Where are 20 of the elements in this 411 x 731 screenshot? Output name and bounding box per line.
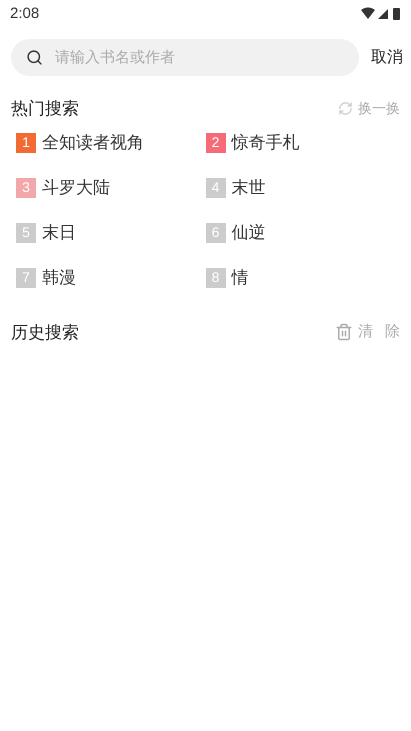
hot-search-item[interactable]: 全知读者视角 <box>42 130 144 156</box>
status-icons <box>361 6 401 22</box>
hot-search-item[interactable]: 情 <box>232 264 248 290</box>
section-title: 热门搜索 <box>11 98 79 120</box>
rank-badge: 2 <box>206 132 226 152</box>
section-title: 历史搜索 <box>11 322 79 344</box>
search-icon <box>26 49 43 66</box>
refresh-icon <box>338 101 353 116</box>
hot-search-item[interactable]: 末世 <box>232 174 266 200</box>
search-field[interactable]: 请输入书名或作者 <box>11 39 359 76</box>
hot-search-item[interactable]: 仙逆 <box>232 220 266 246</box>
rank-badge: 1 <box>16 132 36 152</box>
status-time: 2:08 <box>10 4 40 24</box>
hot-search-item[interactable]: 末日 <box>42 220 76 246</box>
hot-search-item[interactable]: 斗罗大陆 <box>42 174 110 200</box>
rank-badge: 3 <box>16 178 36 198</box>
trash-icon <box>335 323 353 342</box>
cancel-button[interactable]: 取消 <box>371 46 403 70</box>
hot-search-item[interactable]: 韩漫 <box>42 264 76 290</box>
hot-search-item[interactable]: 惊奇手札 <box>232 130 300 156</box>
